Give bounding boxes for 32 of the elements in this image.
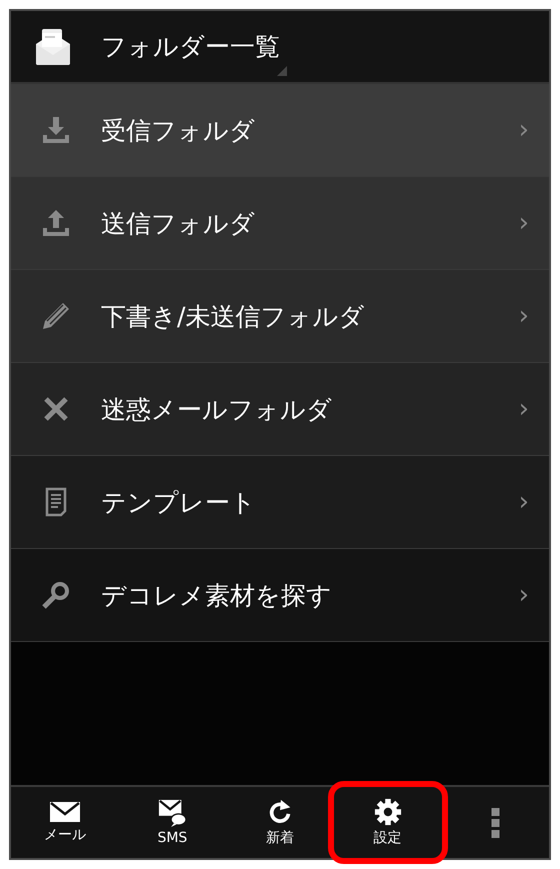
screen-title[interactable]: フォルダー一覧 (101, 30, 280, 63)
toolbar-label[interactable]: メール (44, 826, 86, 844)
folder-row[interactable]: テンプレート › (11, 456, 549, 549)
envelope-icon[interactable] (50, 801, 80, 823)
chevron: › (518, 580, 529, 610)
overflow-menu-icon[interactable] (490, 808, 500, 838)
chevron: › (518, 208, 529, 238)
chevron: › (518, 301, 529, 331)
toolbar-label[interactable]: 新着 (266, 829, 294, 847)
settings-icon[interactable] (372, 798, 403, 826)
folder-label: 迷惑メールフォルダ (101, 394, 333, 426)
search-icon (41, 580, 71, 610)
open-envelope-icon (33, 26, 73, 66)
upload-icon (41, 208, 71, 238)
folder-row[interactable]: 送信フォルダ › (11, 177, 549, 270)
folder-row[interactable]: 迷惑メールフォルダ › (11, 363, 549, 456)
chevron: › (518, 487, 529, 517)
folder-row[interactable]: デコレメ素材を探す › (11, 549, 549, 642)
folder-row[interactable]: 下書き/未送信フォルダ › (11, 270, 549, 363)
envelope-speech-bubble-icon[interactable] (157, 799, 188, 827)
folder-label: テンプレート (101, 486, 257, 518)
folder-label: 送信フォルダ (101, 208, 256, 240)
chevron: › (518, 394, 529, 424)
toolbar-label[interactable]: SMS (157, 830, 188, 846)
download-icon (41, 115, 71, 145)
toolbar-label[interactable]: 設定 (374, 829, 402, 847)
folder-label: 下書き/未送信フォルダ (101, 300, 366, 332)
folder-row[interactable]: 受信フォルダ › (11, 84, 549, 177)
pencil-icon (41, 301, 71, 331)
folder-label: 受信フォルダ (101, 114, 256, 146)
chevron: › (518, 115, 529, 145)
folder-label: デコレメ素材を探す (101, 580, 333, 612)
